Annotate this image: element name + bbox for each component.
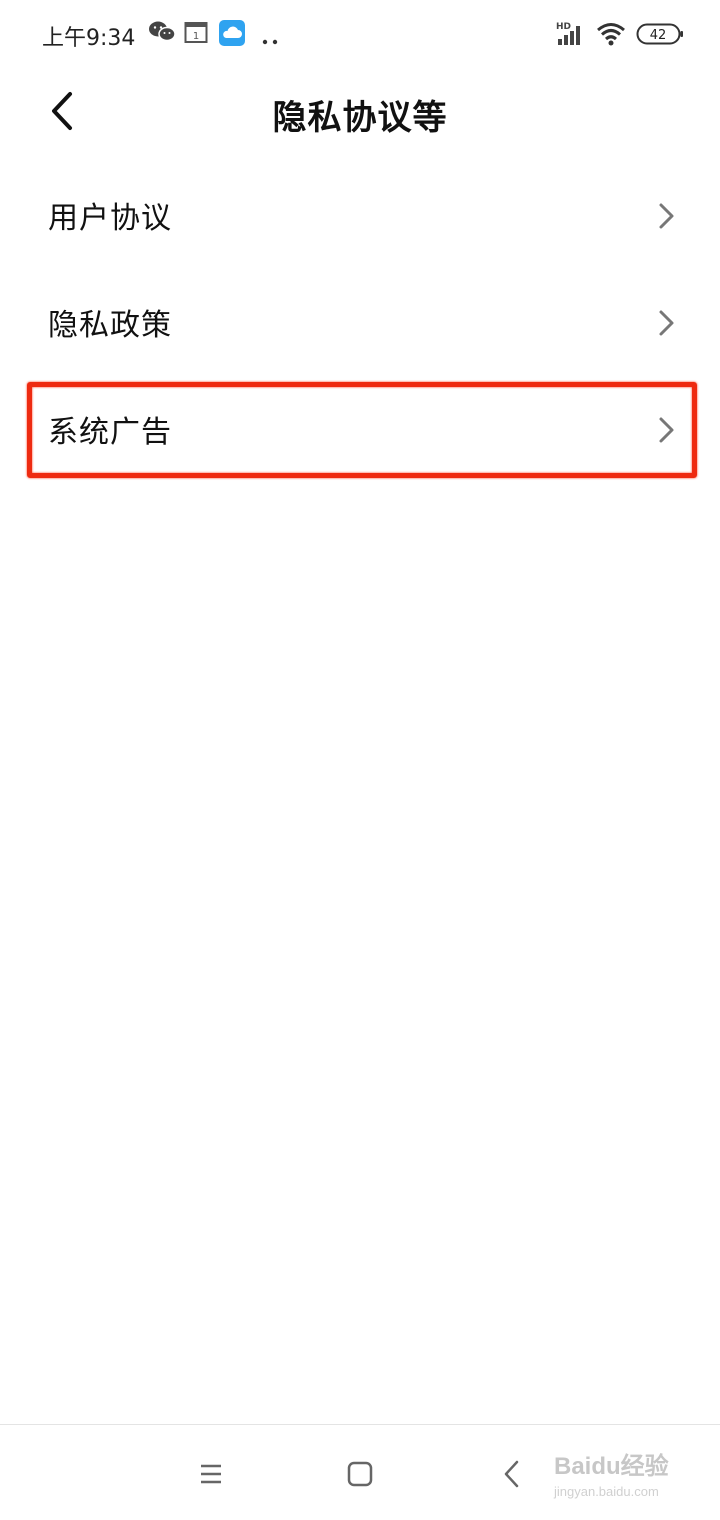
menu-item-label: 隐私政策 <box>48 308 172 343</box>
cloud-icon <box>219 20 245 50</box>
nav-menu-button[interactable] <box>191 1455 231 1495</box>
menu-item-user-agreement[interactable]: 用户协议 <box>0 163 720 270</box>
signal-icon: HD <box>556 20 586 50</box>
menu-item-label: 用户协议 <box>48 201 172 236</box>
menu-item-privacy-policy[interactable]: 隐私政策 <box>0 270 720 377</box>
chevron-right-icon <box>659 310 674 336</box>
network-label: HD <box>556 22 571 32</box>
menu-icon <box>201 1464 221 1484</box>
nav-home-button[interactable] <box>340 1455 380 1495</box>
watermark-url: jingyan.baidu.com <box>554 1484 659 1499</box>
battery-icon: 42 <box>636 22 684 50</box>
status-bar: 上午9:34 1 HD 42 <box>0 0 720 72</box>
status-time: 上午9:34 <box>42 26 136 51</box>
nav-back-button[interactable] <box>492 1455 532 1495</box>
battery-level: 42 <box>650 28 667 43</box>
highlight-annotation <box>27 382 697 478</box>
calendar-icon: 1 <box>184 20 208 48</box>
chevron-right-icon <box>659 203 674 229</box>
page-title: 隐私协议等 <box>272 98 448 138</box>
wechat-icon <box>148 20 176 48</box>
header: 隐私协议等 <box>0 72 720 152</box>
home-icon <box>347 1461 373 1487</box>
watermark-text: Baidu经验 <box>554 1453 669 1480</box>
watermark: Baidu经验 jingyan.baidu.com <box>548 1440 698 1504</box>
back-icon <box>504 1460 519 1488</box>
wifi-icon <box>596 22 626 50</box>
more-dots-icon <box>262 30 278 49</box>
calendar-day: 1 <box>193 31 199 42</box>
